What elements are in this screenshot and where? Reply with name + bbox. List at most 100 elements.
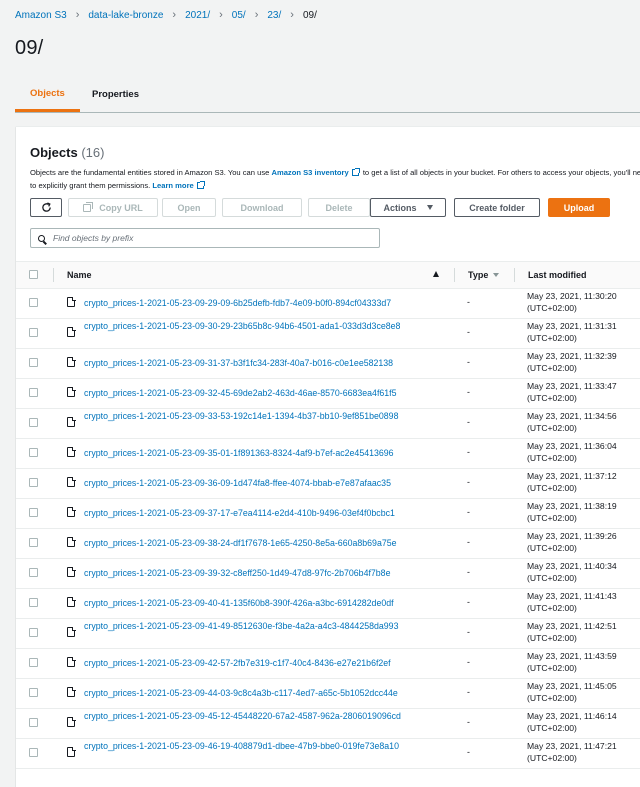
table-row[interactable]: crypto_prices-1-2021-05-23-09-29-09-6b25… (16, 288, 640, 319)
row-checkbox[interactable] (29, 478, 38, 487)
upload-button[interactable]: Upload (548, 198, 610, 217)
inventory-link[interactable]: Amazon S3 inventory (271, 168, 348, 177)
object-name-link[interactable]: crypto_prices-1-2021-05-23-09-30-29-23b6… (84, 320, 449, 332)
table-row[interactable]: crypto_prices-1-2021-05-23-09-44-03-9c8c… (16, 678, 640, 709)
sort-ascending-icon[interactable] (433, 271, 439, 277)
row-checkbox[interactable] (29, 508, 38, 517)
table-row[interactable]: crypto_prices-1-2021-05-23-09-30-29-23b6… (16, 318, 640, 349)
row-checkbox[interactable] (29, 358, 38, 367)
search-placeholder: Find objects by prefix (53, 233, 134, 243)
object-name-link[interactable]: crypto_prices-1-2021-05-23-09-37-17-e7ea… (84, 507, 449, 519)
modified-timezone: (UTC+02:00) (527, 303, 577, 313)
file-icon (67, 476, 76, 487)
table-row[interactable]: crypto_prices-1-2021-05-23-09-32-45-69de… (16, 378, 640, 409)
table-row[interactable]: crypto_prices-1-2021-05-23-09-35-01-1f89… (16, 438, 640, 469)
object-last-modified: May 23, 2021, 11:41:43 (UTC+02:00) (527, 590, 617, 614)
tab-objects[interactable]: Objects (15, 78, 80, 112)
table-row[interactable]: crypto_prices-1-2021-05-23-09-37-17-e7ea… (16, 498, 640, 529)
object-name-link[interactable]: crypto_prices-1-2021-05-23-09-40-41-135f… (84, 597, 449, 609)
table-row[interactable]: crypto_prices-1-2021-05-23-09-33-53-192c… (16, 408, 640, 439)
table-row[interactable]: crypto_prices-1-2021-05-23-09-46-19-4088… (16, 738, 640, 769)
row-checkbox[interactable] (29, 718, 38, 727)
sort-icon (493, 273, 500, 277)
table-row[interactable]: crypto_prices-1-2021-05-23-09-42-57-2fb7… (16, 648, 640, 679)
column-type-label: Type (468, 270, 489, 280)
object-type: - (467, 507, 470, 517)
actions-dropdown[interactable]: Actions (370, 198, 446, 217)
object-name-link[interactable]: crypto_prices-1-2021-05-23-09-33-53-192c… (84, 410, 449, 422)
object-name-link[interactable]: crypto_prices-1-2021-05-23-09-36-09-1d47… (84, 477, 449, 489)
object-type: - (467, 717, 470, 727)
column-name[interactable]: Name (67, 270, 92, 280)
learn-more-link[interactable]: Learn more (152, 181, 193, 190)
column-type[interactable]: Type (468, 270, 500, 280)
object-name-link[interactable]: crypto_prices-1-2021-05-23-09-44-03-9c8c… (84, 687, 449, 699)
file-icon (67, 356, 76, 367)
breadcrumb-day[interactable]: 23/ (267, 10, 281, 21)
breadcrumb-amazon-s3[interactable]: Amazon S3 (15, 10, 67, 21)
page-title: 09/ (15, 37, 44, 59)
search-input[interactable]: Find objects by prefix (30, 228, 380, 248)
row-checkbox[interactable] (29, 598, 38, 607)
object-name-link[interactable]: crypto_prices-1-2021-05-23-09-29-09-6b25… (84, 297, 449, 309)
table-row[interactable]: crypto_prices-1-2021-05-23-09-38-24-df1f… (16, 528, 640, 559)
row-checkbox[interactable] (29, 748, 38, 757)
refresh-button[interactable] (30, 198, 62, 217)
file-icon (67, 596, 76, 607)
column-last-modified[interactable]: Last modified (528, 270, 587, 280)
object-name-link[interactable]: crypto_prices-1-2021-05-23-09-31-37-b3f1… (84, 357, 449, 369)
description-text: Objects are the fundamental entities sto… (30, 168, 272, 177)
object-last-modified: May 23, 2021, 11:43:59 (UTC+02:00) (527, 650, 617, 674)
modified-date: May 23, 2021, 11:33:47 (527, 381, 617, 391)
row-checkbox[interactable] (29, 688, 38, 697)
object-type: - (467, 447, 470, 457)
modified-date: May 23, 2021, 11:43:59 (527, 651, 617, 661)
table-row[interactable]: crypto_prices-1-2021-05-23-09-41-49-8512… (16, 618, 640, 649)
object-name-link[interactable]: crypto_prices-1-2021-05-23-09-41-49-8512… (84, 620, 449, 632)
object-name-link[interactable]: crypto_prices-1-2021-05-23-09-46-19-4088… (84, 740, 449, 752)
object-last-modified: May 23, 2021, 11:40:34 (UTC+02:00) (527, 560, 617, 584)
breadcrumb: Amazon S3 › data-lake-bronze › 2021/ › 0… (15, 8, 317, 22)
row-checkbox[interactable] (29, 328, 38, 337)
table-row[interactable]: crypto_prices-1-2021-05-23-09-45-12-4544… (16, 708, 640, 739)
select-all-checkbox[interactable] (29, 270, 38, 279)
download-button[interactable]: Download (222, 198, 302, 217)
modified-timezone: (UTC+02:00) (527, 693, 577, 703)
delete-button[interactable]: Delete (308, 198, 370, 217)
copy-url-button[interactable]: Copy URL (68, 198, 158, 217)
row-checkbox[interactable] (29, 448, 38, 457)
table-row[interactable]: crypto_prices-1-2021-05-23-09-39-32-c8ef… (16, 558, 640, 589)
row-checkbox[interactable] (29, 388, 38, 397)
row-checkbox[interactable] (29, 298, 38, 307)
modified-timezone: (UTC+02:00) (527, 603, 577, 613)
row-checkbox[interactable] (29, 538, 38, 547)
modified-date: May 23, 2021, 11:46:14 (527, 711, 617, 721)
modified-date: May 23, 2021, 11:45:05 (527, 681, 617, 691)
row-checkbox[interactable] (29, 658, 38, 667)
modified-date: May 23, 2021, 11:31:31 (527, 321, 617, 331)
object-name-link[interactable]: crypto_prices-1-2021-05-23-09-35-01-1f89… (84, 447, 449, 459)
row-checkbox[interactable] (29, 628, 38, 637)
breadcrumb-bucket[interactable]: data-lake-bronze (88, 10, 163, 21)
object-type: - (467, 567, 470, 577)
object-name-link[interactable]: crypto_prices-1-2021-05-23-09-42-57-2fb7… (84, 657, 449, 669)
object-last-modified: May 23, 2021, 11:42:51 (UTC+02:00) (527, 620, 617, 644)
create-folder-button[interactable]: Create folder (454, 198, 540, 217)
object-type: - (467, 477, 470, 487)
table-row[interactable]: crypto_prices-1-2021-05-23-09-31-37-b3f1… (16, 348, 640, 379)
open-button[interactable]: Open (162, 198, 216, 217)
modified-timezone: (UTC+02:00) (527, 753, 577, 763)
breadcrumb-year[interactable]: 2021/ (185, 10, 210, 21)
row-checkbox[interactable] (29, 568, 38, 577)
table-row[interactable]: crypto_prices-1-2021-05-23-09-40-41-135f… (16, 588, 640, 619)
tab-properties[interactable]: Properties (77, 78, 154, 110)
object-name-link[interactable]: crypto_prices-1-2021-05-23-09-45-12-4544… (84, 710, 449, 722)
object-name-link[interactable]: crypto_prices-1-2021-05-23-09-38-24-df1f… (84, 537, 449, 549)
modified-timezone: (UTC+02:00) (527, 663, 577, 673)
object-type: - (467, 657, 470, 667)
row-checkbox[interactable] (29, 418, 38, 427)
object-name-link[interactable]: crypto_prices-1-2021-05-23-09-39-32-c8ef… (84, 567, 449, 579)
breadcrumb-month[interactable]: 05/ (232, 10, 246, 21)
object-name-link[interactable]: crypto_prices-1-2021-05-23-09-32-45-69de… (84, 387, 449, 399)
table-row[interactable]: crypto_prices-1-2021-05-23-09-36-09-1d47… (16, 468, 640, 499)
